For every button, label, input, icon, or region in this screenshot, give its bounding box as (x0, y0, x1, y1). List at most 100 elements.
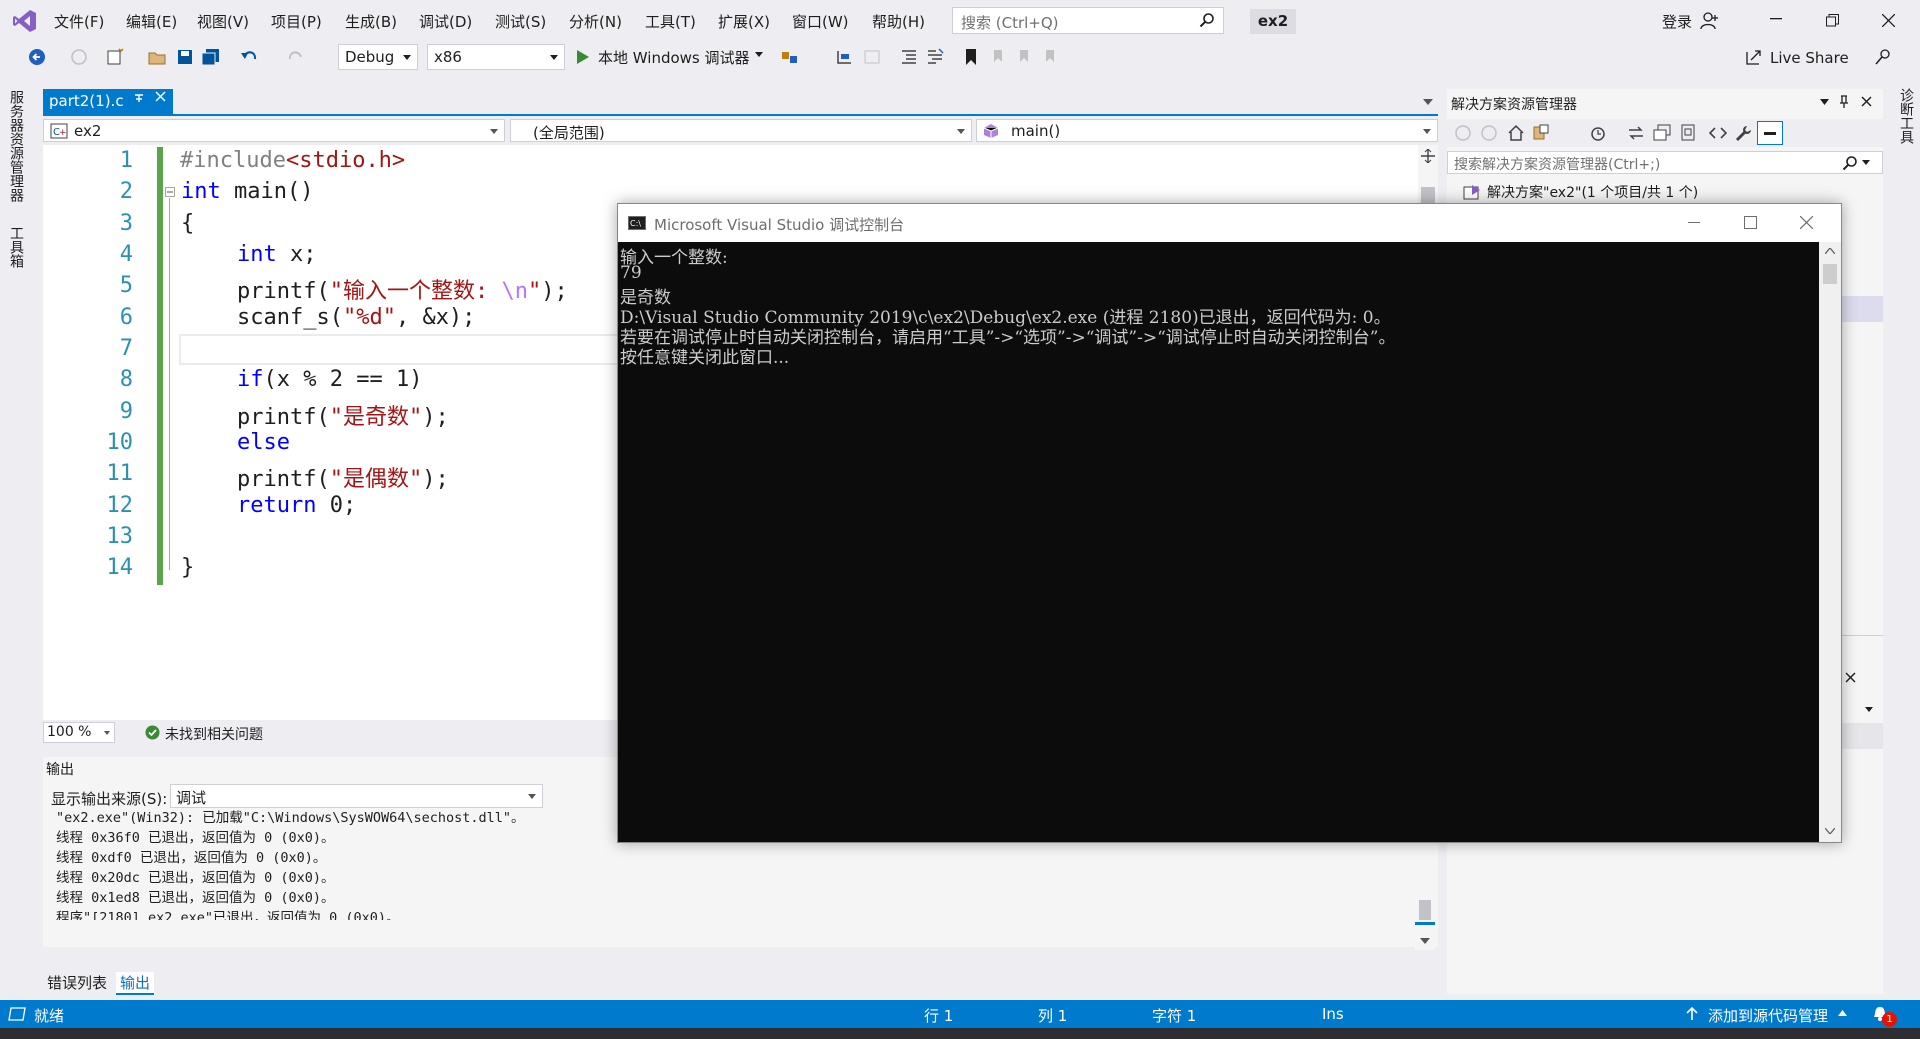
pin-icon[interactable] (133, 92, 145, 106)
prev-bookmark-icon[interactable] (990, 48, 1008, 66)
menu-help[interactable]: 帮助(H) (872, 11, 925, 32)
menu-project[interactable]: 项目(P) (271, 11, 322, 32)
solution-explorer-search-input[interactable]: 搜索解决方案资源管理器(Ctrl+;) (1447, 151, 1883, 174)
minimize-icon[interactable] (1770, 18, 1782, 20)
live-share-button[interactable]: Live Share (1770, 49, 1849, 67)
console-close-icon[interactable] (1800, 216, 1813, 229)
start-debugging-icon[interactable] (576, 49, 590, 65)
menu-debug[interactable]: 调试(D) (419, 11, 472, 32)
search-options-icon[interactable] (1862, 160, 1870, 165)
toolbox-tab[interactable]: 工具箱 (6, 226, 26, 268)
close-window-icon[interactable] (1882, 14, 1895, 27)
scroll-down-icon[interactable] (1420, 938, 1430, 944)
bookmark-icon[interactable] (964, 48, 978, 66)
start-debugging-button[interactable]: 本地 Windows 调试器 (598, 47, 750, 68)
menu-extensions[interactable]: 扩展(X) (718, 11, 770, 32)
code-line-9: printf("是奇数"); (237, 405, 449, 430)
step-over-icon[interactable] (862, 48, 882, 66)
login-link[interactable]: 登录 (1662, 11, 1692, 32)
clear-bookmarks-icon[interactable] (1042, 48, 1060, 66)
home-icon[interactable] (1507, 124, 1525, 142)
split-icon[interactable] (1421, 149, 1435, 163)
properties-dropdown-icon[interactable] (1865, 707, 1873, 712)
uncomment-lines-icon[interactable] (926, 48, 944, 66)
close-tab-icon[interactable] (155, 91, 166, 102)
console-scroll-down-icon[interactable] (1825, 828, 1835, 834)
solution-configuration-select[interactable]: Debug (338, 44, 418, 70)
output-scroll-thumb[interactable] (1419, 900, 1431, 920)
collapse-icon[interactable] (165, 187, 175, 197)
save-icon[interactable] (176, 48, 194, 66)
account-icon[interactable] (1700, 12, 1720, 30)
code-line-2: int main() (181, 179, 314, 204)
output-source-select[interactable]: 调试 (170, 784, 543, 808)
console-output[interactable]: 输入一个整数: 79 是奇数 D:\Visual Studio Communit… (618, 242, 1819, 842)
document-tab[interactable]: part2(1).c (43, 89, 173, 114)
solution-root-node[interactable]: 解决方案"ex2"(1 个项目/共 1 个) (1463, 182, 1698, 202)
undo-icon[interactable] (240, 48, 260, 66)
feedback-icon[interactable] (1874, 48, 1892, 66)
show-all-files-icon[interactable] (1679, 124, 1697, 142)
standard-toolbar: Debug x86 本地 Windows 调试器 Live Share (0, 42, 1920, 72)
panel-dropdown-icon[interactable] (1820, 99, 1829, 105)
back-icon[interactable] (28, 48, 46, 66)
solution-platform-select[interactable]: x86 (427, 44, 565, 70)
console-scroll-up-icon[interactable] (1825, 248, 1835, 254)
preview-selected-icon[interactable] (1757, 121, 1783, 145)
close-panel-icon[interactable] (1861, 96, 1872, 107)
back-icon[interactable] (1455, 125, 1471, 141)
menu-analyze[interactable]: 分析(N) (569, 11, 622, 32)
step-into-icon[interactable] (835, 48, 855, 66)
new-project-icon[interactable] (106, 48, 126, 66)
view-code-icon[interactable] (1709, 124, 1727, 142)
menu-view[interactable]: 视图(V) (197, 11, 249, 32)
source-control-dropdown-icon[interactable] (1838, 1010, 1847, 1016)
project-select[interactable]: C + ex2 (43, 119, 505, 142)
status-character: 字符 1 (1152, 1007, 1197, 1025)
properties-close-icon[interactable] (1845, 672, 1856, 683)
tab-error-list[interactable]: 错误列表 (43, 972, 111, 993)
restore-icon[interactable] (1826, 14, 1839, 27)
issues-status[interactable]: 未找到相关问题 (165, 724, 263, 744)
server-explorer-tab[interactable]: 服务器资源管理器 (6, 90, 26, 202)
debug-console-window[interactable]: C:\ Microsoft Visual Studio 调试控制台 输入一个整数… (617, 203, 1842, 843)
collapse-all-icon[interactable] (1653, 124, 1671, 142)
comment-lines-icon[interactable] (900, 48, 918, 66)
menu-edit[interactable]: 编辑(E) (126, 11, 177, 32)
member-select[interactable]: main() (976, 119, 1438, 142)
menu-tools[interactable]: 工具(T) (645, 11, 696, 32)
output-window-icon[interactable] (8, 1007, 26, 1021)
pending-changes-icon[interactable] (1589, 124, 1607, 142)
tab-overflow-icon[interactable] (1423, 99, 1433, 105)
console-scroll-thumb[interactable] (1823, 264, 1837, 284)
console-scrollbar[interactable] (1819, 242, 1841, 842)
console-title-bar[interactable]: C:\ Microsoft Visual Studio 调试控制台 (618, 204, 1841, 242)
menu-build[interactable]: 生成(B) (345, 11, 397, 32)
menu-test[interactable]: 测试(S) (495, 11, 546, 32)
search-icon (1199, 12, 1215, 28)
svg-text:C:\: C:\ (630, 219, 641, 228)
live-share-icon[interactable] (1745, 48, 1763, 66)
forward-icon[interactable] (70, 48, 88, 66)
add-to-source-control-button[interactable]: 添加到源代码管理 (1708, 1005, 1828, 1026)
console-minimize-icon[interactable] (1688, 222, 1700, 224)
save-all-icon[interactable] (201, 48, 221, 66)
switch-views-icon[interactable] (1533, 124, 1555, 142)
menu-window[interactable]: 窗口(W) (792, 11, 849, 32)
sync-icon[interactable] (1627, 124, 1645, 142)
forward-icon[interactable] (1481, 125, 1497, 141)
properties-icon[interactable] (1735, 124, 1753, 142)
search-input[interactable]: 搜索 (Ctrl+Q) (952, 7, 1224, 34)
open-folder-icon[interactable] (148, 48, 168, 66)
diagnostic-tools-tab[interactable]: 诊断工具 (1896, 88, 1916, 144)
run-dropdown-arrow-icon[interactable] (755, 52, 763, 58)
pin-panel-icon[interactable] (1839, 95, 1849, 109)
tab-output[interactable]: 输出 (116, 972, 155, 995)
application-insights-icon[interactable] (780, 48, 800, 66)
next-bookmark-icon[interactable] (1016, 48, 1034, 66)
redo-icon[interactable] (285, 48, 305, 66)
console-maximize-icon[interactable] (1744, 216, 1757, 229)
scope-select[interactable]: (全局范围) (510, 119, 972, 142)
menu-file[interactable]: 文件(F) (54, 11, 104, 32)
zoom-select[interactable]: 100 % (43, 722, 115, 743)
